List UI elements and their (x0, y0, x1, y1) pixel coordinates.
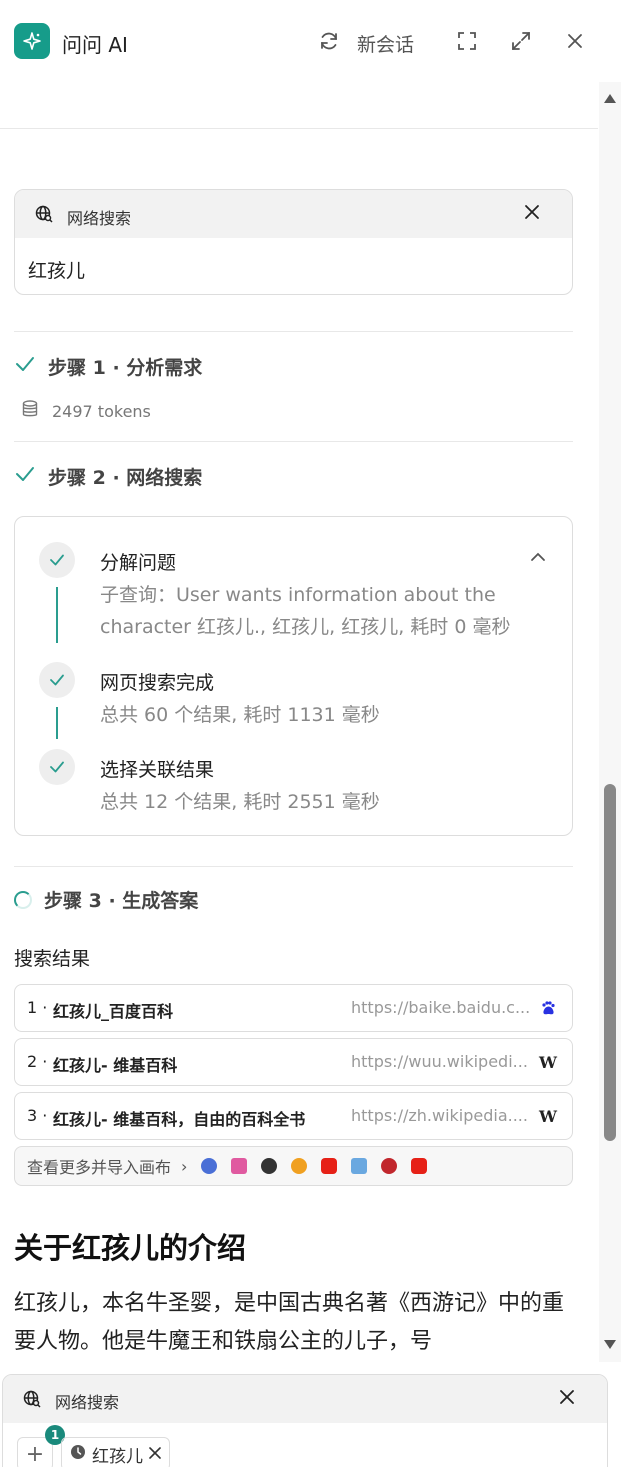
chat-bubble-icon (70, 1444, 86, 1465)
substep-detail: 总共 60 个结果, 耗时 1131 毫秒 (100, 704, 380, 726)
chevron-right-icon: › (181, 1156, 188, 1176)
result-title: 红孩儿_百度百科 (53, 1002, 174, 1021)
chevron-up-icon[interactable] (530, 547, 546, 566)
scrollbar[interactable] (599, 82, 621, 1362)
step-1[interactable]: 步骤 1 · 分析需求 (14, 351, 202, 381)
search-result-item[interactable]: 3 · 红孩儿- 维基百科，自由的百科全书 https://zh.wikiped… (14, 1092, 573, 1140)
wikipedia-icon: W (539, 1106, 557, 1126)
scroll-up-arrow-icon[interactable] (604, 94, 616, 103)
amazon-source-icon (291, 1158, 308, 1174)
close-icon[interactable] (562, 28, 588, 54)
composer-mode-label: 网络搜索 (55, 1393, 120, 1412)
quora-source-icon (381, 1158, 398, 1174)
answer-title: 关于红孩儿的介绍 (14, 1231, 247, 1265)
step-2[interactable]: 步骤 2 · 网络搜索 (14, 461, 202, 491)
loading-spinner-icon (14, 890, 32, 909)
chip-text: 红孩儿 (92, 1446, 143, 1467)
substep-title: 选择关联结果 (100, 759, 215, 781)
close-icon[interactable] (524, 204, 540, 224)
result-title: 红孩儿- 维基百科 (53, 1056, 178, 1075)
step-3[interactable]: 步骤 3 · 生成答案 (14, 886, 198, 913)
check-icon (39, 662, 75, 698)
database-icon (22, 400, 38, 422)
youtube-source-icon (321, 1158, 338, 1174)
query-text: 红孩儿 (28, 260, 86, 282)
substep-detail: 子查询：User wants information about the cha… (100, 584, 511, 638)
search-result-item[interactable]: 1 · 红孩儿_百度百科 https://baike.baidu.c... (14, 984, 573, 1032)
substep-title: 分解问题 (100, 552, 177, 574)
composer: 网络搜索 + 1 红孩儿 (2, 1374, 608, 1467)
step-2-title: 步骤 2 · 网络搜索 (48, 466, 203, 489)
wikipedia-icon: W (539, 1052, 557, 1072)
substeps-card: 分解问题 子查询：User wants information about th… (14, 516, 573, 836)
divider (14, 866, 573, 867)
chip-close-icon[interactable] (149, 1444, 161, 1464)
check-icon (14, 463, 36, 489)
search-chip[interactable]: 红孩儿 (61, 1437, 170, 1467)
apple-source-icon (261, 1158, 278, 1174)
result-title: 红孩儿- 维基百科，自由的百科全书 (53, 1110, 306, 1129)
timeline-line (56, 587, 58, 643)
new-chat-button[interactable]: 新会话 (357, 30, 414, 57)
scroll-down-arrow-icon[interactable] (604, 1340, 616, 1349)
expand-icon[interactable] (508, 28, 534, 54)
search-results-label: 搜索结果 (14, 948, 91, 970)
youtube-source-icon-2 (411, 1158, 428, 1174)
web-search-icon (23, 1390, 41, 1412)
ai-logo-icon (14, 23, 50, 59)
search-result-item[interactable]: 2 · 红孩儿- 维基百科 https://wuu.wikipedi... W (14, 1038, 573, 1086)
divider (14, 331, 573, 332)
token-count: 2497 tokens (22, 400, 151, 422)
scrollbar-thumb[interactable] (604, 784, 616, 1141)
result-url: https://wuu.wikipedi... (351, 1052, 528, 1071)
view-more-button[interactable]: 查看更多并导入画布 › (14, 1146, 573, 1186)
colorful-source-icon (231, 1158, 248, 1174)
query-card-label: 网络搜索 (67, 209, 132, 228)
step-1-title: 步骤 1 · 分析需求 (48, 356, 203, 379)
query-card: 网络搜索 红孩儿 (14, 189, 573, 295)
fullscreen-icon[interactable] (454, 28, 480, 54)
substep-title: 网页搜索完成 (100, 672, 215, 694)
refresh-icon[interactable] (316, 28, 342, 54)
app-title: 问问 AI (62, 33, 128, 57)
globe-source-icon (201, 1158, 218, 1174)
answer-text: 红孩儿，本名牛圣婴，是中国古典名著《西游记》中的重要人物。他是牛魔王和铁扇公主的… (14, 1291, 565, 1354)
step-3-title: 步骤 3 · 生成答案 (44, 890, 199, 912)
result-number: 2 · (27, 1052, 48, 1071)
result-number: 1 · (27, 998, 48, 1017)
timeline-line (56, 707, 58, 739)
news-source-icon (351, 1158, 368, 1174)
divider (14, 441, 573, 442)
result-url: https://baike.baidu.c... (351, 998, 531, 1017)
check-icon (39, 542, 75, 578)
chat-header: 问问 AI 新会话 (0, 0, 621, 82)
web-search-icon (35, 205, 53, 227)
token-count-text: 2497 tokens (52, 401, 151, 421)
view-more-label: 查看更多并导入画布 (27, 1158, 172, 1177)
header-divider (0, 128, 598, 129)
substep-detail: 总共 12 个结果, 耗时 2551 毫秒 (100, 791, 380, 813)
check-icon (39, 749, 75, 785)
result-number: 3 · (27, 1106, 48, 1125)
baidu-paw-icon (538, 998, 558, 1018)
check-icon (14, 353, 36, 379)
result-url: https://zh.wikipedia.... (351, 1106, 528, 1125)
close-icon[interactable] (559, 1389, 575, 1409)
